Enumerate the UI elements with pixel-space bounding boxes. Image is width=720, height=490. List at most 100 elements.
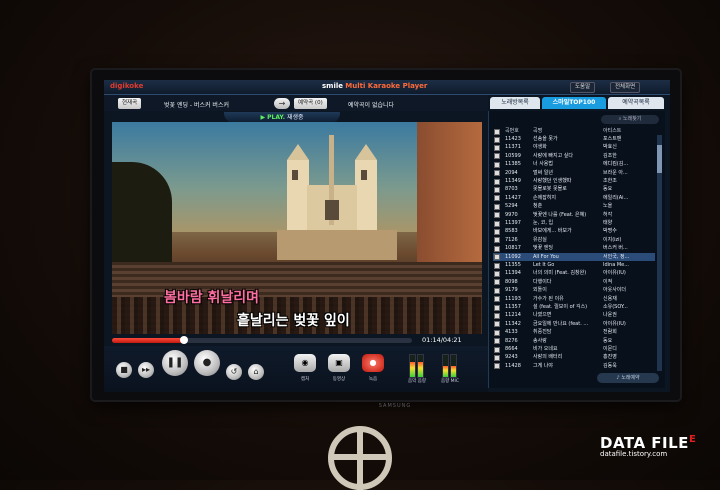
row-song-number: 8664	[505, 346, 518, 352]
table-row[interactable]: 8098 다행이다 이적	[493, 278, 655, 286]
row-checkbox[interactable]	[494, 312, 500, 319]
song-list-panel: ⌕ 노래찾기 곡번호 곡명 아티스트 11423 선송을 못가 포스트맨 11371 야…	[488, 111, 665, 388]
table-row[interactable]: 9970 벚꽃엔 나를 (Feat. 은혜) 허각	[493, 211, 655, 219]
row-checkbox[interactable]	[494, 338, 500, 345]
table-row[interactable]: 11193 가수가 된 이유 신용재	[493, 295, 655, 303]
pause-icon[interactable]: ❚❚	[162, 350, 188, 376]
reserve-count-button[interactable]: 예약곡 (0)	[294, 98, 327, 109]
table-row[interactable]: 11428 그게 나야 김동욱	[493, 362, 655, 370]
table-row[interactable]: 11385 너 사용법 에디킴(김...	[493, 160, 655, 168]
table-row[interactable]: 11355 Let It Go Idina Me...	[493, 261, 655, 269]
tab-reserved-list[interactable]: 예약곡목록	[608, 97, 664, 109]
row-checkbox[interactable]	[494, 329, 500, 336]
table-row[interactable]: 7126 유감실 이지(izi)	[493, 236, 655, 244]
row-song-artist: 김조한	[603, 152, 617, 159]
row-checkbox[interactable]	[494, 186, 500, 193]
home-icon[interactable]: ⌂	[248, 364, 264, 380]
row-checkbox[interactable]	[494, 228, 500, 235]
row-checkbox[interactable]	[494, 304, 500, 311]
row-checkbox[interactable]	[494, 363, 500, 370]
camera-icon[interactable]: ◉	[294, 354, 316, 372]
row-checkbox[interactable]	[494, 153, 500, 160]
table-row[interactable]: 8703 못몰로봇 못몰로 동요	[493, 185, 655, 193]
row-checkbox[interactable]	[494, 296, 500, 303]
row-checkbox[interactable]	[494, 262, 500, 269]
row-song-title: Let It Go	[533, 262, 555, 268]
table-row[interactable]: 11371 야생화 박효신	[493, 143, 655, 151]
table-row[interactable]: 2094 벌써 일년 브라운 아...	[493, 169, 655, 177]
music-volume-meter-b[interactable]	[417, 354, 424, 378]
refresh-icon[interactable]: ↺	[226, 364, 242, 380]
table-row[interactable]: 11423 선송을 못가 포스트맨	[493, 135, 655, 143]
music-volume-meter-a[interactable]	[409, 354, 416, 378]
seek-knob[interactable]	[180, 336, 188, 344]
record-icon[interactable]: ●	[362, 354, 384, 372]
row-checkbox[interactable]	[494, 270, 500, 277]
table-row[interactable]: 10599 사랑에 빠지고 싶다 김조한	[493, 152, 655, 160]
current-song-button[interactable]: 현재곡	[118, 98, 142, 109]
table-row[interactable]: 11357 설 (feat. 릴보이 of 긱스) 소유(SOY...	[493, 303, 655, 311]
row-checkbox[interactable]	[494, 346, 500, 353]
row-song-title: 사랑했던 인생했따	[533, 178, 572, 184]
row-checkbox[interactable]	[494, 287, 500, 294]
select-all-checkbox[interactable]	[494, 128, 500, 135]
row-checkbox[interactable]	[494, 178, 500, 185]
row-checkbox[interactable]	[494, 136, 500, 143]
table-row[interactable]: 8664 비가 오네요 이문디	[493, 345, 655, 353]
row-checkbox[interactable]	[494, 144, 500, 151]
row-checkbox[interactable]	[494, 321, 500, 328]
song-reserve-button[interactable]: ♪ 노래예약	[597, 373, 659, 383]
mic-volume-meter-b[interactable]	[450, 354, 457, 378]
row-song-number: 11092	[505, 253, 521, 260]
mic-volume-meter-a[interactable]	[442, 354, 449, 378]
table-row[interactable]: 5294 청춘 노을	[493, 202, 655, 210]
row-checkbox[interactable]	[494, 220, 500, 227]
row-checkbox[interactable]	[494, 279, 500, 286]
stop-icon[interactable]: ■	[116, 362, 132, 378]
row-checkbox[interactable]	[494, 237, 500, 244]
song-list-scrollbar[interactable]	[657, 135, 662, 371]
table-row[interactable]: 10817 벚꽃 엔딩 버스커 버...	[493, 244, 655, 252]
song-search-button[interactable]: ⌕ 노래찾기	[601, 115, 659, 124]
table-row[interactable]: 11214 나였으면 나윤권	[493, 311, 655, 319]
row-checkbox[interactable]	[494, 254, 500, 261]
table-row[interactable]: 9179 외톨이 아웃사이더	[493, 286, 655, 294]
row-song-number: 9243	[505, 354, 518, 361]
row-checkbox[interactable]	[494, 212, 500, 219]
table-row[interactable]: 4133 취중진담 전람회	[493, 328, 655, 336]
table-row[interactable]: 11342 금요일에 만나요 (feat. ... 아이유(IU)	[493, 320, 655, 328]
row-song-artist: 소유(SOY...	[603, 304, 628, 310]
tab-smile-top100[interactable]: 스마일TOP100	[542, 97, 606, 109]
row-song-title: All For You	[533, 253, 559, 260]
app-title-rest: Multi Karaoke Player	[345, 82, 428, 90]
fullscreen-button[interactable]: 전체화면	[610, 82, 641, 93]
row-checkbox[interactable]	[494, 170, 500, 177]
next-song-arrow-icon[interactable]: →	[274, 98, 290, 109]
table-row[interactable]: 11349 사랑했던 인생했따 조한조	[493, 177, 655, 185]
stop-large-icon[interactable]: ●	[194, 350, 220, 376]
video-icon[interactable]: ▣	[328, 354, 350, 372]
row-checkbox[interactable]	[494, 203, 500, 210]
row-checkbox[interactable]	[494, 161, 500, 168]
record-label: 녹음	[368, 377, 378, 382]
row-checkbox[interactable]	[494, 245, 500, 252]
table-row[interactable]: 9243 사랑의 배터리 홍진영	[493, 353, 655, 361]
video-building	[417, 122, 482, 282]
forward-icon[interactable]: ▸▸	[138, 362, 154, 378]
scrollbar-thumb[interactable]	[657, 145, 662, 173]
row-song-title: 취중진담	[533, 329, 552, 336]
row-checkbox[interactable]	[494, 195, 500, 202]
row-song-artist: 서인국, 정...	[603, 253, 630, 260]
table-row[interactable]: 8276 송사랑 동요	[493, 337, 655, 345]
table-row[interactable]: 8583 바보에게... 바보가 박명수	[493, 227, 655, 235]
help-button[interactable]: 도움말	[570, 82, 596, 93]
row-song-number: 11371	[505, 144, 521, 151]
table-row[interactable]: 11092 All For You 서인국, 정...	[493, 252, 655, 261]
reserve-icon: ♪	[616, 375, 620, 381]
row-checkbox[interactable]	[494, 354, 500, 361]
table-row[interactable]: 11394 너의 의미 (Feat. 김창완) 아이유(IU)	[493, 269, 655, 277]
tab-karaoke-list[interactable]: 노래방목록	[490, 97, 540, 109]
table-row[interactable]: 11427 손에잡히지 에일리(Ai...	[493, 194, 655, 202]
seek-bar[interactable]	[112, 336, 412, 344]
table-row[interactable]: 11397 눈, 코, 입 태양	[493, 219, 655, 227]
